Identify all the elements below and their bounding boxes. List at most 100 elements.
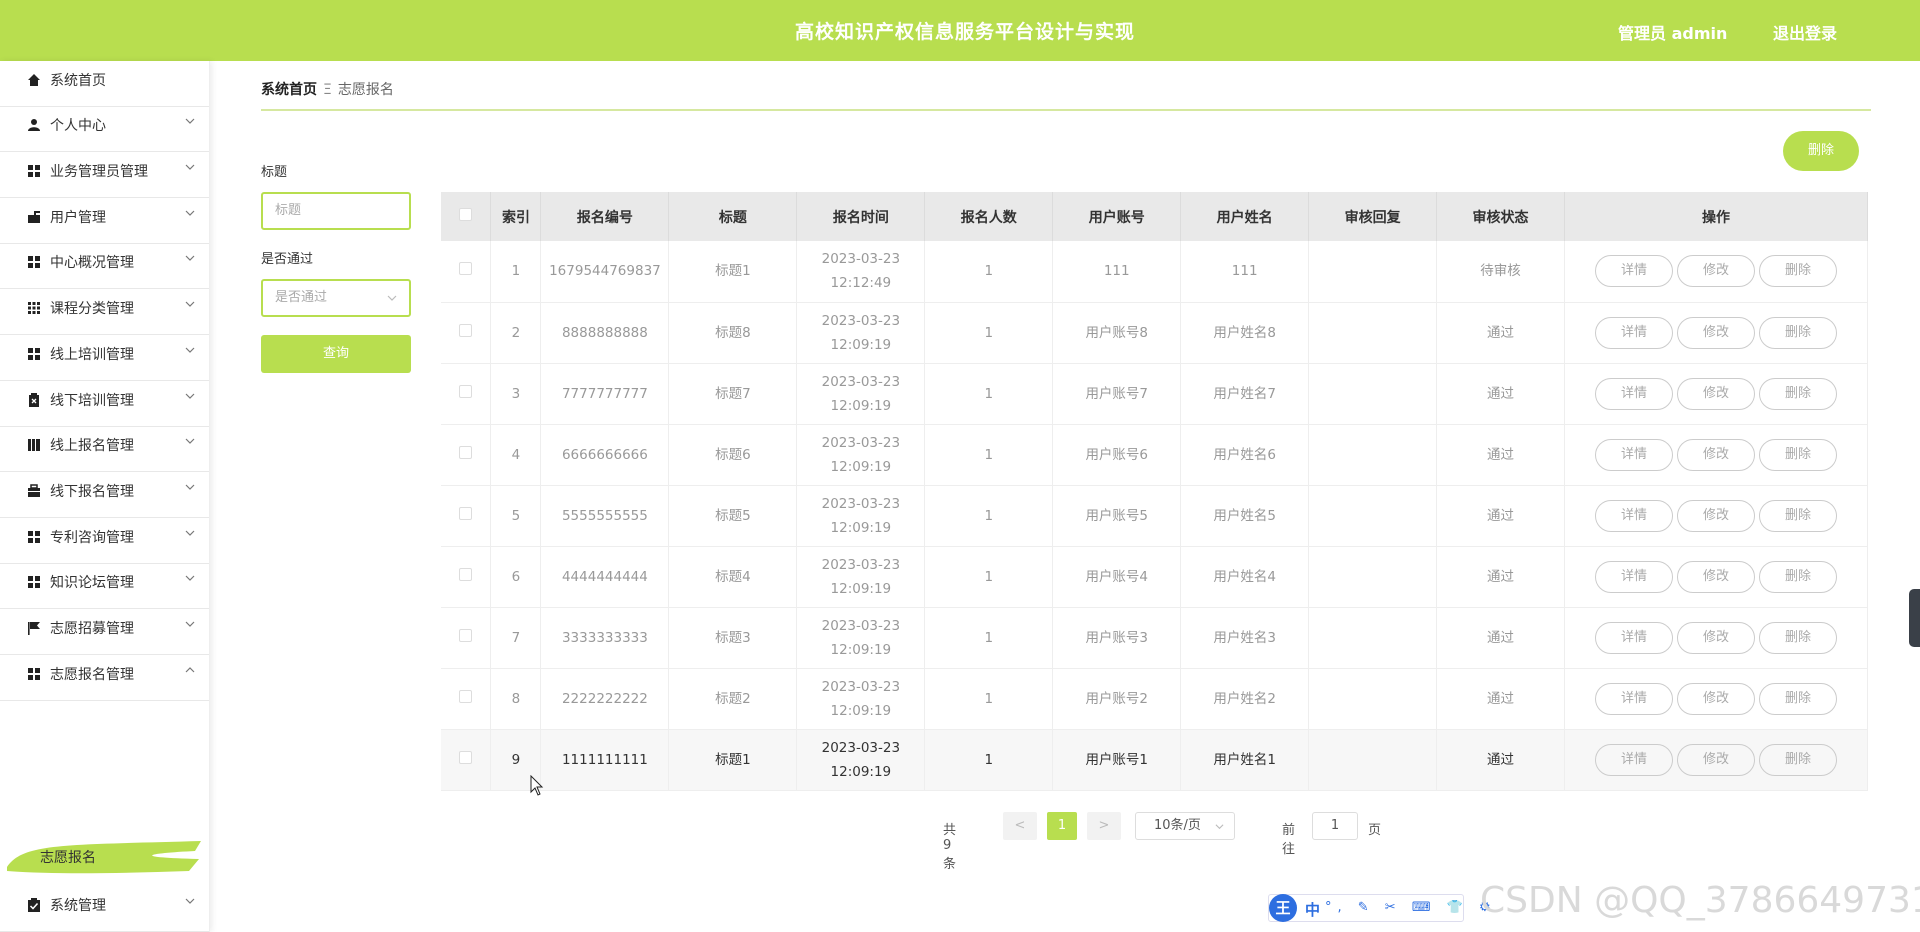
- edit-button[interactable]: 修改: [1677, 560, 1755, 593]
- cell-status: 通过: [1436, 729, 1566, 791]
- edit-button[interactable]: 修改: [1677, 682, 1755, 715]
- goto-page-input[interactable]: 1: [1312, 812, 1358, 840]
- cell-actions: 详情 修改 删除: [1564, 424, 1868, 486]
- chevron-down-icon: [185, 255, 195, 261]
- chevron-down-icon: [185, 164, 195, 170]
- delete-button[interactable]: 删除: [1759, 438, 1837, 471]
- pagination-next-button[interactable]: >: [1087, 812, 1121, 840]
- chevron-down-icon: [185, 347, 195, 353]
- row-checkbox[interactable]: [459, 445, 473, 459]
- page-size-value: 10条/页: [1154, 818, 1201, 833]
- pagination-page-1[interactable]: 1: [1047, 812, 1077, 840]
- top-header: 高校知识产权信息服务平台设计与实现 管理员 admin 退出登录: [0, 0, 1920, 61]
- sidebar-item-label: 用户管理: [50, 210, 106, 226]
- breadcrumb-home[interactable]: 系统首页: [261, 82, 317, 98]
- cell-title: 标题1: [668, 729, 798, 791]
- edit-button[interactable]: 修改: [1677, 499, 1755, 532]
- ime-tools[interactable]: °, ✎ ✂ ⌨ 👕 ⚙: [1325, 900, 1497, 915]
- flag-icon: [28, 622, 40, 635]
- delete-button[interactable]: 删除: [1759, 621, 1837, 654]
- batch-delete-button[interactable]: 删除: [1783, 131, 1859, 171]
- detail-button[interactable]: 详情: [1595, 682, 1673, 715]
- logout-link[interactable]: 退出登录: [1773, 20, 1837, 44]
- column-header: 审核回复: [1308, 192, 1438, 241]
- cell-time: 2023-03-23 12:09:19: [796, 607, 926, 669]
- table-header-row: 索引 报名编号 标题 报名时间 报名人数 用户账号 用户姓名 审核回复 审核状态 操作: [441, 192, 1868, 241]
- sidebar-item-13[interactable]: 志愿报名管理: [0, 645, 209, 701]
- sidebar-item-14[interactable]: 系统管理: [0, 876, 209, 932]
- cell-account: 用户账号7: [1052, 363, 1182, 425]
- edit-button[interactable]: 修改: [1677, 377, 1755, 410]
- cell-index: 2: [490, 302, 542, 364]
- cell-time: 2023-03-23 12:09:19: [796, 668, 926, 730]
- detail-button[interactable]: 详情: [1595, 438, 1673, 471]
- cell-status: 待审核: [1436, 241, 1566, 303]
- cell-code: 1679544769837: [540, 241, 670, 303]
- delete-button[interactable]: 删除: [1759, 682, 1837, 715]
- chevron-down-icon: [185, 530, 195, 536]
- edit-button[interactable]: 修改: [1677, 316, 1755, 349]
- cell-index: 5: [490, 485, 542, 547]
- row-checkbox-cell: [441, 302, 492, 364]
- delete-button[interactable]: 删除: [1759, 255, 1837, 288]
- ime-mode-toggle[interactable]: 中: [1305, 899, 1320, 920]
- edit-button[interactable]: 修改: [1677, 438, 1755, 471]
- delete-button[interactable]: 删除: [1759, 560, 1837, 593]
- detail-button[interactable]: 详情: [1595, 499, 1673, 532]
- detail-button[interactable]: 详情: [1595, 743, 1673, 776]
- delete-button[interactable]: 删除: [1759, 743, 1837, 776]
- edit-button[interactable]: 修改: [1677, 621, 1755, 654]
- cell-code: 4444444444: [540, 546, 670, 608]
- cell-name: 用户姓名5: [1180, 485, 1310, 547]
- breadcrumb-divider: [261, 109, 1871, 111]
- detail-button[interactable]: 详情: [1595, 560, 1673, 593]
- detail-button[interactable]: 详情: [1595, 316, 1673, 349]
- title-input[interactable]: 标题: [261, 192, 411, 230]
- table-row: 3 7777777777 标题7 2023-03-23 12:09:19 1 用户账号7 用…: [441, 363, 1868, 425]
- page-size-select[interactable]: 10条/页: [1135, 812, 1235, 840]
- row-checkbox[interactable]: [459, 323, 473, 337]
- pagination-prev-button[interactable]: <: [1003, 812, 1037, 840]
- ime-toolbar[interactable]: 王 中 °, ✎ ✂ ⌨ 👕 ⚙: [1268, 894, 1491, 922]
- cell-index: 7: [490, 607, 542, 669]
- cell-code: 1111111111: [540, 729, 670, 791]
- sidebar-item-label: 系统首页: [50, 73, 106, 89]
- status-select[interactable]: 是否通过: [261, 279, 411, 317]
- row-checkbox[interactable]: [459, 628, 473, 642]
- edit-button[interactable]: 修改: [1677, 743, 1755, 776]
- detail-button[interactable]: 详情: [1595, 621, 1673, 654]
- sidebar-item-label: 线下培训管理: [50, 393, 134, 409]
- row-checkbox[interactable]: [459, 384, 473, 398]
- sidebar-item-label: 中心概况管理: [50, 255, 134, 271]
- cell-reply: [1308, 363, 1438, 425]
- row-checkbox-cell: [441, 668, 492, 730]
- cell-index: 4: [490, 424, 542, 486]
- cell-count: 1: [924, 424, 1054, 486]
- row-checkbox[interactable]: [459, 567, 473, 581]
- table-row: 1 1679544769837 标题1 2023-03-23 12:12:49 1 111…: [441, 241, 1868, 303]
- sidebar-sub-item-label: 志愿报名: [40, 850, 96, 866]
- row-checkbox[interactable]: [459, 262, 473, 276]
- grid-icon: [28, 348, 40, 360]
- table-row: 7 3333333333 标题3 2023-03-23 12:09:19 1 用户账号3 用…: [441, 607, 1868, 669]
- row-checkbox[interactable]: [459, 750, 473, 764]
- cell-reply: [1308, 241, 1438, 303]
- edit-button[interactable]: 修改: [1677, 255, 1755, 288]
- cell-name: 用户姓名3: [1180, 607, 1310, 669]
- book-icon: [28, 439, 40, 451]
- delete-button[interactable]: 删除: [1759, 316, 1837, 349]
- select-all-checkbox[interactable]: [459, 208, 473, 221]
- row-checkbox[interactable]: [459, 506, 473, 520]
- ime-logo-icon[interactable]: 王: [1269, 894, 1297, 922]
- search-button[interactable]: 查询: [261, 335, 411, 373]
- cell-name: 用户姓名7: [1180, 363, 1310, 425]
- detail-button[interactable]: 详情: [1595, 377, 1673, 410]
- detail-button[interactable]: 详情: [1595, 255, 1673, 288]
- cell-code: 2222222222: [540, 668, 670, 730]
- cell-count: 1: [924, 241, 1054, 303]
- table-row: 4 6666666666 标题6 2023-03-23 12:09:19 1 用户账号6 用…: [441, 424, 1868, 486]
- row-checkbox[interactable]: [459, 689, 473, 703]
- delete-button[interactable]: 删除: [1759, 499, 1837, 532]
- delete-button[interactable]: 删除: [1759, 377, 1837, 410]
- side-scroll-handle[interactable]: [1909, 589, 1920, 647]
